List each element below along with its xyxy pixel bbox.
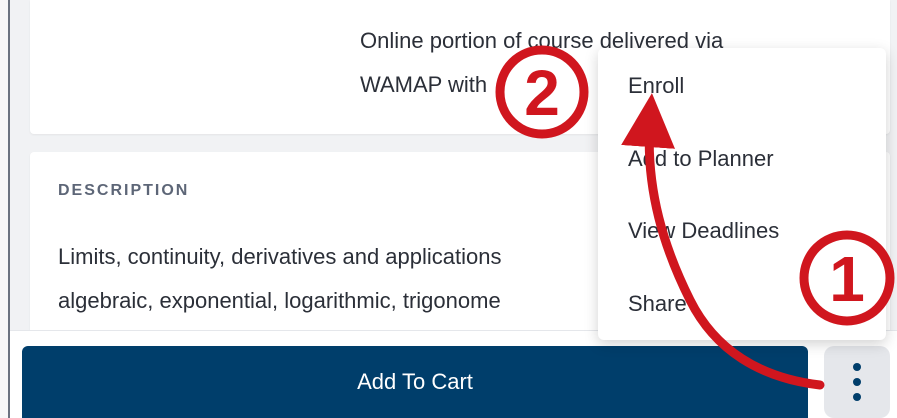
kebab-vertical-icon	[853, 393, 861, 401]
menu-item-add-to-planner[interactable]: Add to Planner	[628, 146, 774, 172]
description-line-1: Limits, continuity, derivatives and appl…	[58, 244, 502, 269]
kebab-vertical-icon	[853, 378, 861, 386]
more-options-menu: Enroll Add to Planner View Deadlines Sha…	[598, 48, 886, 340]
add-to-cart-button[interactable]: Add To Cart	[22, 346, 808, 418]
description-heading: DESCRIPTION	[58, 182, 190, 199]
menu-item-enroll[interactable]: Enroll	[628, 73, 684, 99]
course-detail-screen: Online portion of course delivered via W…	[0, 0, 897, 418]
more-options-button[interactable]	[824, 346, 890, 418]
delivery-text-line-2: WAMAP with	[360, 72, 488, 97]
left-border	[0, 0, 10, 418]
kebab-vertical-icon	[853, 363, 861, 371]
menu-item-share[interactable]: Share	[628, 291, 687, 317]
description-line-2: algebraic, exponential, logarithmic, tri…	[58, 288, 501, 313]
menu-item-view-deadlines[interactable]: View Deadlines	[628, 218, 779, 244]
